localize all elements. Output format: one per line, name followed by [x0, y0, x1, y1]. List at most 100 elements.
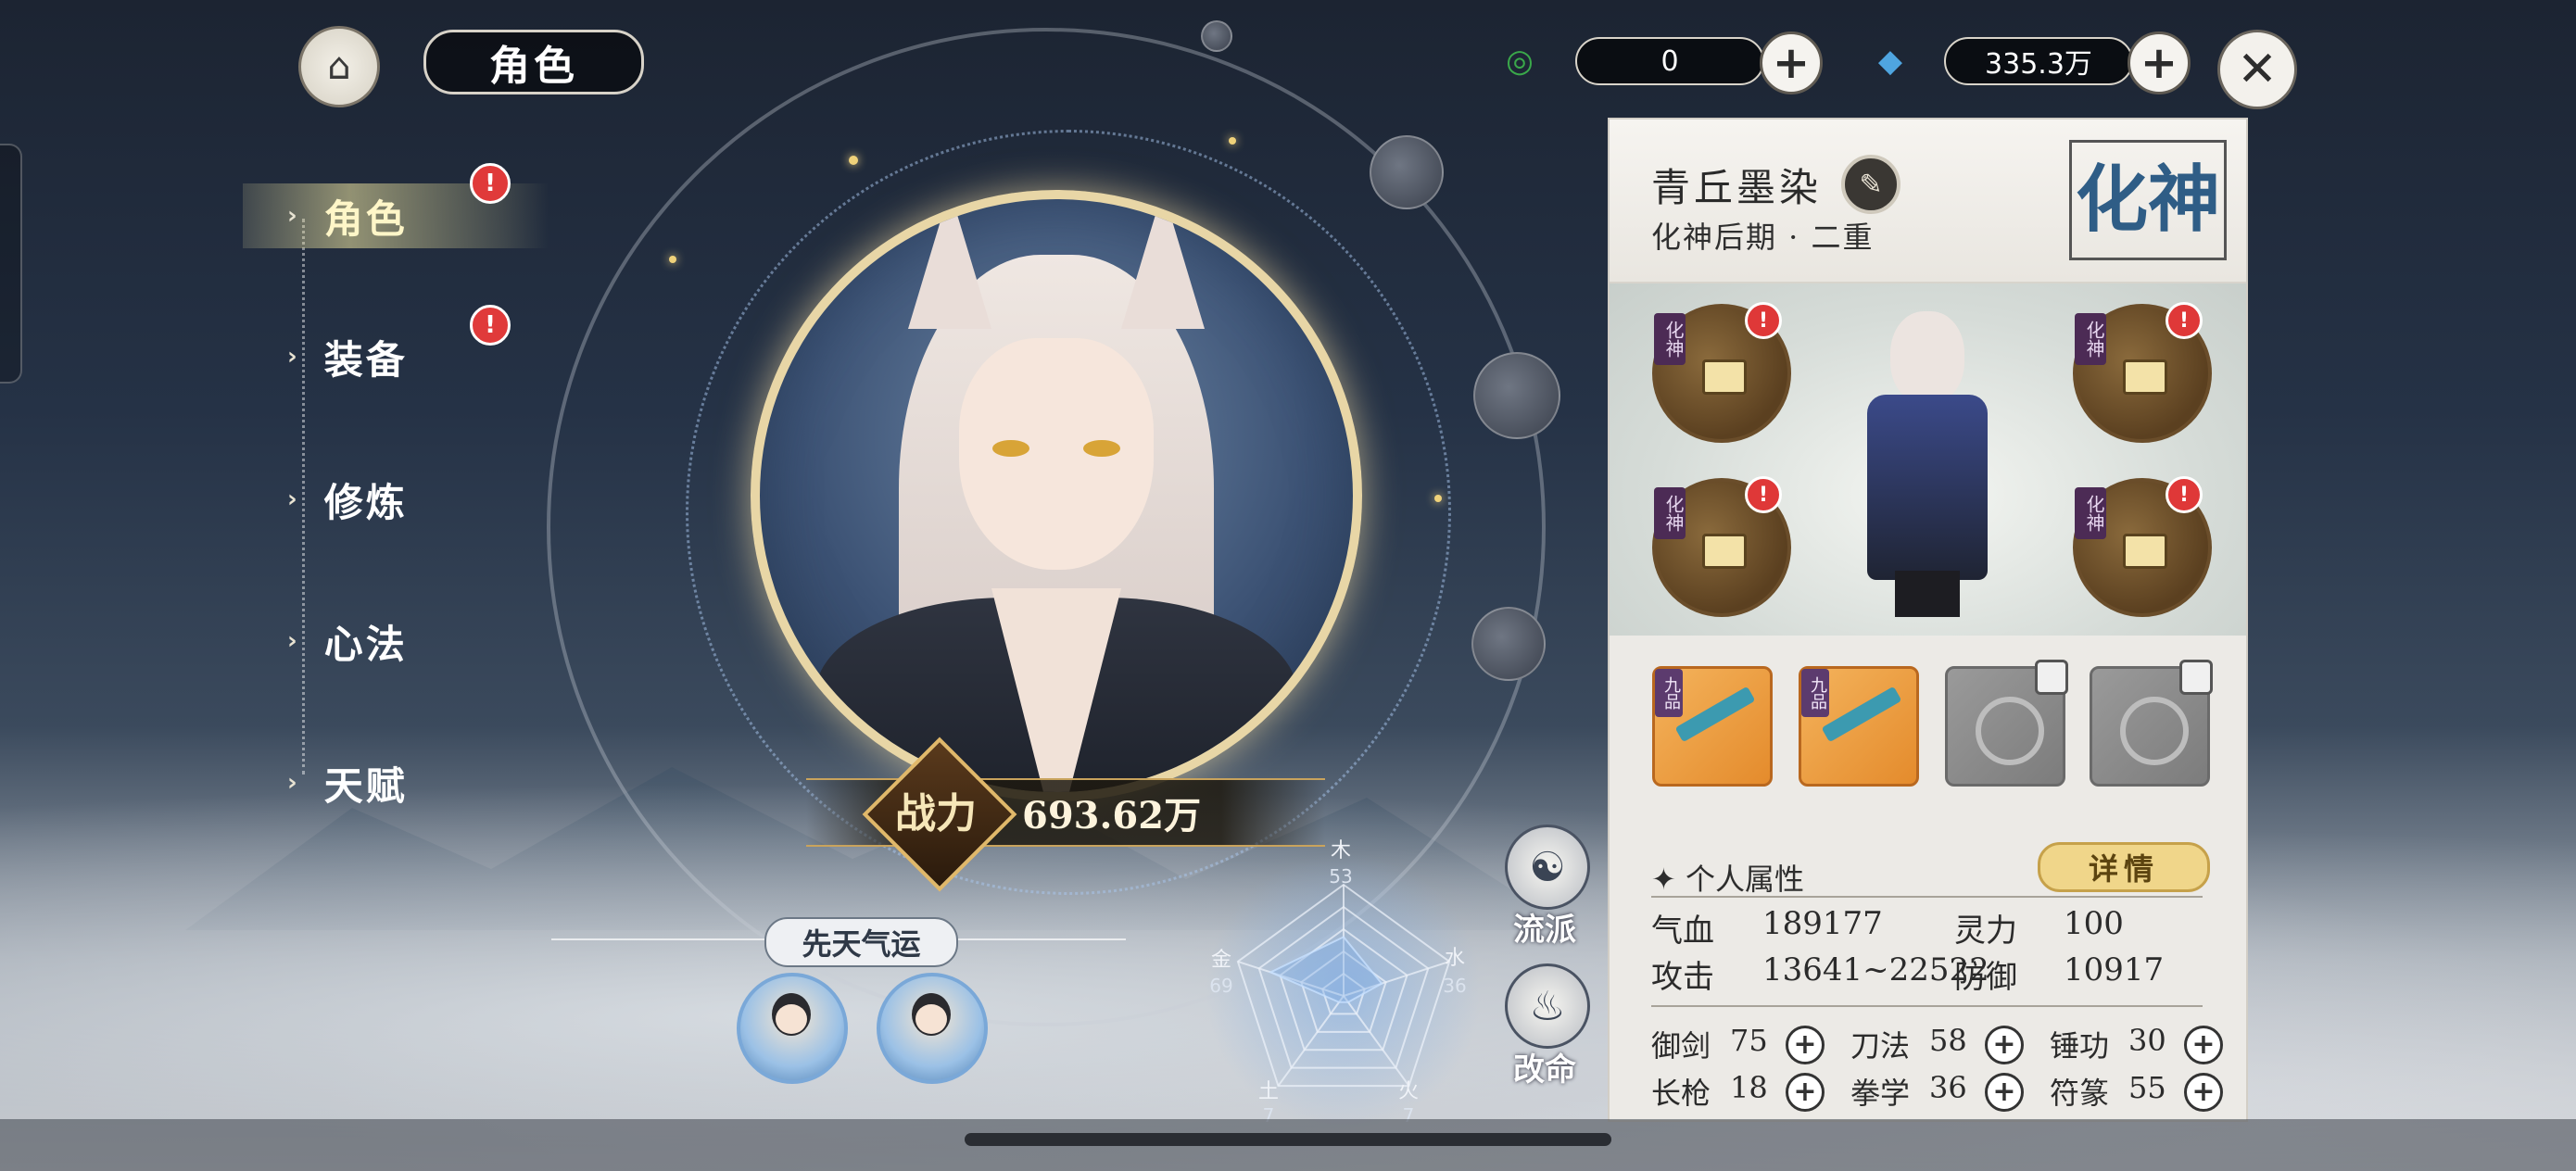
- equip-slot-2[interactable]: 化神 !: [2073, 302, 2212, 443]
- menu-item-mind-method[interactable]: › 心法: [287, 609, 408, 674]
- radar-label-earth: 土: [1257, 1080, 1279, 1103]
- moon-icon: [1370, 135, 1444, 209]
- chest-icon: [1702, 359, 1747, 395]
- skill-label: 符篆: [2050, 1076, 2110, 1111]
- skill-value: 55: [2128, 1070, 2166, 1105]
- sect-button[interactable]: ☯: [1505, 825, 1590, 910]
- notification-badge: !: [470, 163, 511, 204]
- skill-add-button[interactable]: +: [1786, 1026, 1825, 1064]
- panel-header: 青丘墨染 ✎ 化神后期 · 二重 化神: [1610, 120, 2246, 283]
- skill-value: 75: [1730, 1023, 1768, 1058]
- character-eye: [992, 440, 1029, 457]
- skill-value: 30: [2128, 1023, 2166, 1058]
- brush-icon[interactable]: ✎: [1841, 155, 1900, 214]
- character-face: [959, 338, 1154, 570]
- grade-tag: 九品: [1655, 669, 1683, 717]
- sparkle: [1229, 137, 1236, 145]
- palace-icon: ⌂: [327, 45, 351, 88]
- realm-stamp: 化神: [2069, 140, 2227, 260]
- skill-value: 18: [1730, 1070, 1768, 1105]
- equip-slot-1[interactable]: 化神 !: [1652, 302, 1791, 443]
- fate-icon: ♨: [1529, 982, 1566, 1030]
- attributes-divider: [1651, 896, 2203, 898]
- menu-item-cultivation[interactable]: › 修炼: [287, 467, 408, 532]
- fate-label: 改命: [1513, 1051, 1576, 1089]
- home-button[interactable]: ⌂: [298, 26, 380, 107]
- cloud-swirl-icon: [1976, 697, 2044, 765]
- currency1-value: 0: [1575, 37, 1764, 85]
- skill-add-button[interactable]: +: [2184, 1026, 2223, 1064]
- avatar-face: [776, 1004, 807, 1034]
- fortune-avatar-1[interactable]: [737, 973, 848, 1084]
- sect-icon: ☯: [1529, 843, 1566, 891]
- skill-add-button[interactable]: +: [1985, 1026, 2024, 1064]
- character-name: 青丘墨染: [1651, 165, 1823, 210]
- technique-slot-1[interactable]: 九品: [1652, 666, 1773, 787]
- attack-label: 攻击: [1651, 959, 1714, 996]
- technique-slot-4-locked[interactable]: [2090, 660, 2213, 787]
- fortune-avatar-2[interactable]: [877, 973, 988, 1084]
- chest-icon: [2123, 534, 2167, 569]
- sword-icon: [1821, 686, 1902, 743]
- currency2-value: 335.3万: [1944, 37, 2133, 85]
- technique-slot-2[interactable]: 九品: [1799, 666, 1919, 787]
- equip-tier-tag: 化神: [2075, 487, 2106, 539]
- radar-value-water: 36: [1443, 975, 1467, 997]
- skill-label: 刀法: [1850, 1028, 1911, 1064]
- technique-slot-3-locked[interactable]: [1945, 660, 2068, 787]
- menu-item-talent[interactable]: › 天赋: [287, 750, 408, 815]
- radar-value-wood: 53: [1329, 865, 1353, 888]
- details-button[interactable]: 详情: [2038, 842, 2210, 892]
- page-title: 角色: [423, 30, 644, 94]
- moon-icon: [1201, 20, 1232, 52]
- radar-label-water: 水: [1444, 947, 1465, 970]
- close-button[interactable]: ✕: [2217, 30, 2297, 109]
- skill-add-button[interactable]: +: [1786, 1073, 1825, 1112]
- chevron-right-icon: ›: [287, 627, 300, 655]
- left-edge-tab[interactable]: [0, 144, 22, 384]
- power-value: 693.62万: [1022, 794, 1202, 837]
- attributes-title-text: 个人属性: [1685, 862, 1804, 897]
- power-label: 战力: [895, 790, 977, 837]
- currency1-add-button[interactable]: +: [1760, 31, 1823, 94]
- equip-tier-tag: 化神: [2075, 313, 2106, 365]
- character-model[interactable]: [1858, 311, 1997, 617]
- menu-item-equipment[interactable]: › 装备: [287, 324, 408, 389]
- character-scene: 化神 ! 化神 ! 化神 ! 化神 !: [1610, 283, 2246, 636]
- sect-label: 流派: [1513, 912, 1576, 949]
- model-head: [1890, 311, 1964, 404]
- equip-slot-3[interactable]: 化神 !: [1652, 476, 1791, 617]
- fate-button[interactable]: ♨: [1505, 963, 1590, 1049]
- grade-tag: 九品: [1801, 669, 1829, 717]
- skill-add-button[interactable]: +: [1985, 1073, 2024, 1112]
- sparkle: [669, 256, 676, 263]
- radar-label-metal: 金: [1210, 949, 1231, 972]
- model-legs: [1895, 571, 1960, 617]
- character-eye: [1083, 440, 1120, 457]
- chevron-right-icon: ›: [287, 769, 300, 797]
- moon-icon: [1471, 607, 1546, 681]
- alert-badge: !: [2166, 302, 2203, 339]
- cloud-swirl-icon: [2120, 697, 2189, 765]
- chest-icon: [1702, 534, 1747, 569]
- equip-slot-4[interactable]: 化神 !: [2073, 476, 2212, 617]
- chevron-right-icon: ›: [287, 485, 300, 513]
- hp-label: 气血: [1651, 913, 1714, 950]
- home-indicator[interactable]: [965, 1133, 1611, 1146]
- skill-value: 58: [1929, 1023, 1967, 1058]
- model-body: [1867, 395, 1988, 580]
- radar-value-metal: 69: [1209, 975, 1233, 997]
- spirit-crystal-icon: ◆: [1877, 43, 1903, 80]
- defense-value: 10917: [2064, 951, 2165, 988]
- skills-divider: [1651, 1005, 2203, 1007]
- sparkle: [849, 156, 858, 165]
- skill-add-button[interactable]: +: [2184, 1073, 2223, 1112]
- currency2-add-button[interactable]: +: [2128, 31, 2191, 94]
- menu-item-label: 心法: [323, 621, 408, 667]
- skill-label: 锤功: [2050, 1028, 2110, 1064]
- hp-value: 189177: [1762, 905, 1883, 942]
- menu-item-label: 角色: [323, 195, 408, 242]
- attributes-title: ✦ 个人属性: [1651, 862, 1804, 897]
- notification-badge: !: [470, 305, 511, 346]
- skill-label: 长枪: [1651, 1076, 1711, 1111]
